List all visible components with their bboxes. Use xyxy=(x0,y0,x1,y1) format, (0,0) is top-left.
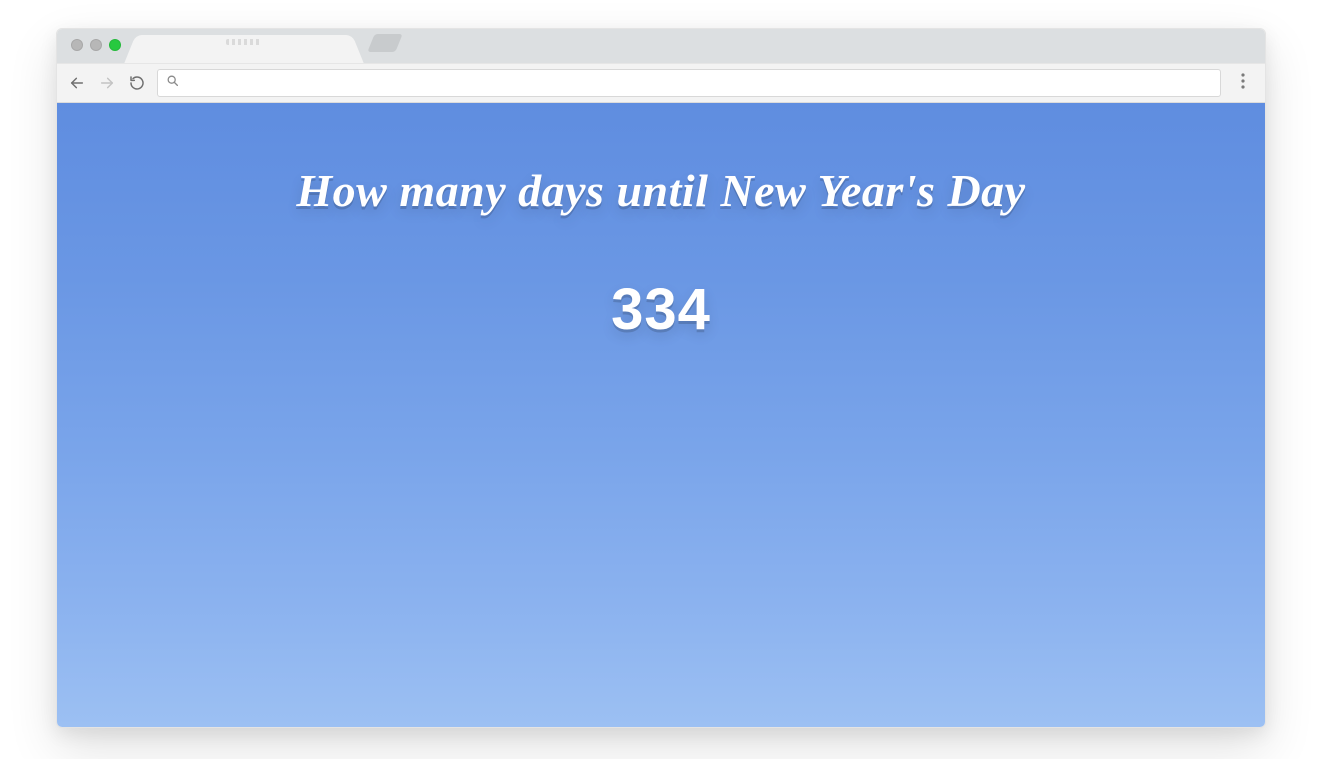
stage: How many days until New Year's Day 334 xyxy=(0,0,1322,759)
maximize-window-button[interactable] xyxy=(109,39,121,51)
toolbar xyxy=(57,63,1265,103)
close-window-button[interactable] xyxy=(71,39,83,51)
page-headline: How many days until New Year's Day xyxy=(57,165,1265,218)
vertical-dots-icon xyxy=(1241,73,1245,94)
arrow-right-icon xyxy=(99,75,115,91)
forward-button[interactable] xyxy=(97,73,117,93)
search-icon xyxy=(166,74,179,92)
reload-icon xyxy=(129,75,145,91)
browser-window: How many days until New Year's Day 334 xyxy=(56,28,1266,728)
days-count: 334 xyxy=(57,276,1265,343)
browser-menu-button[interactable] xyxy=(1231,71,1255,95)
window-controls xyxy=(71,39,121,51)
tab-strip xyxy=(57,29,1265,63)
address-bar[interactable] xyxy=(157,69,1221,97)
page-viewport: How many days until New Year's Day 334 xyxy=(57,103,1265,727)
new-tab-button[interactable] xyxy=(367,34,402,52)
reload-button[interactable] xyxy=(127,73,147,93)
tab-drag-handle-icon xyxy=(226,39,262,45)
url-input[interactable] xyxy=(187,76,1212,91)
minimize-window-button[interactable] xyxy=(90,39,102,51)
back-button[interactable] xyxy=(67,73,87,93)
arrow-left-icon xyxy=(69,75,85,91)
browser-tab[interactable] xyxy=(139,35,349,63)
